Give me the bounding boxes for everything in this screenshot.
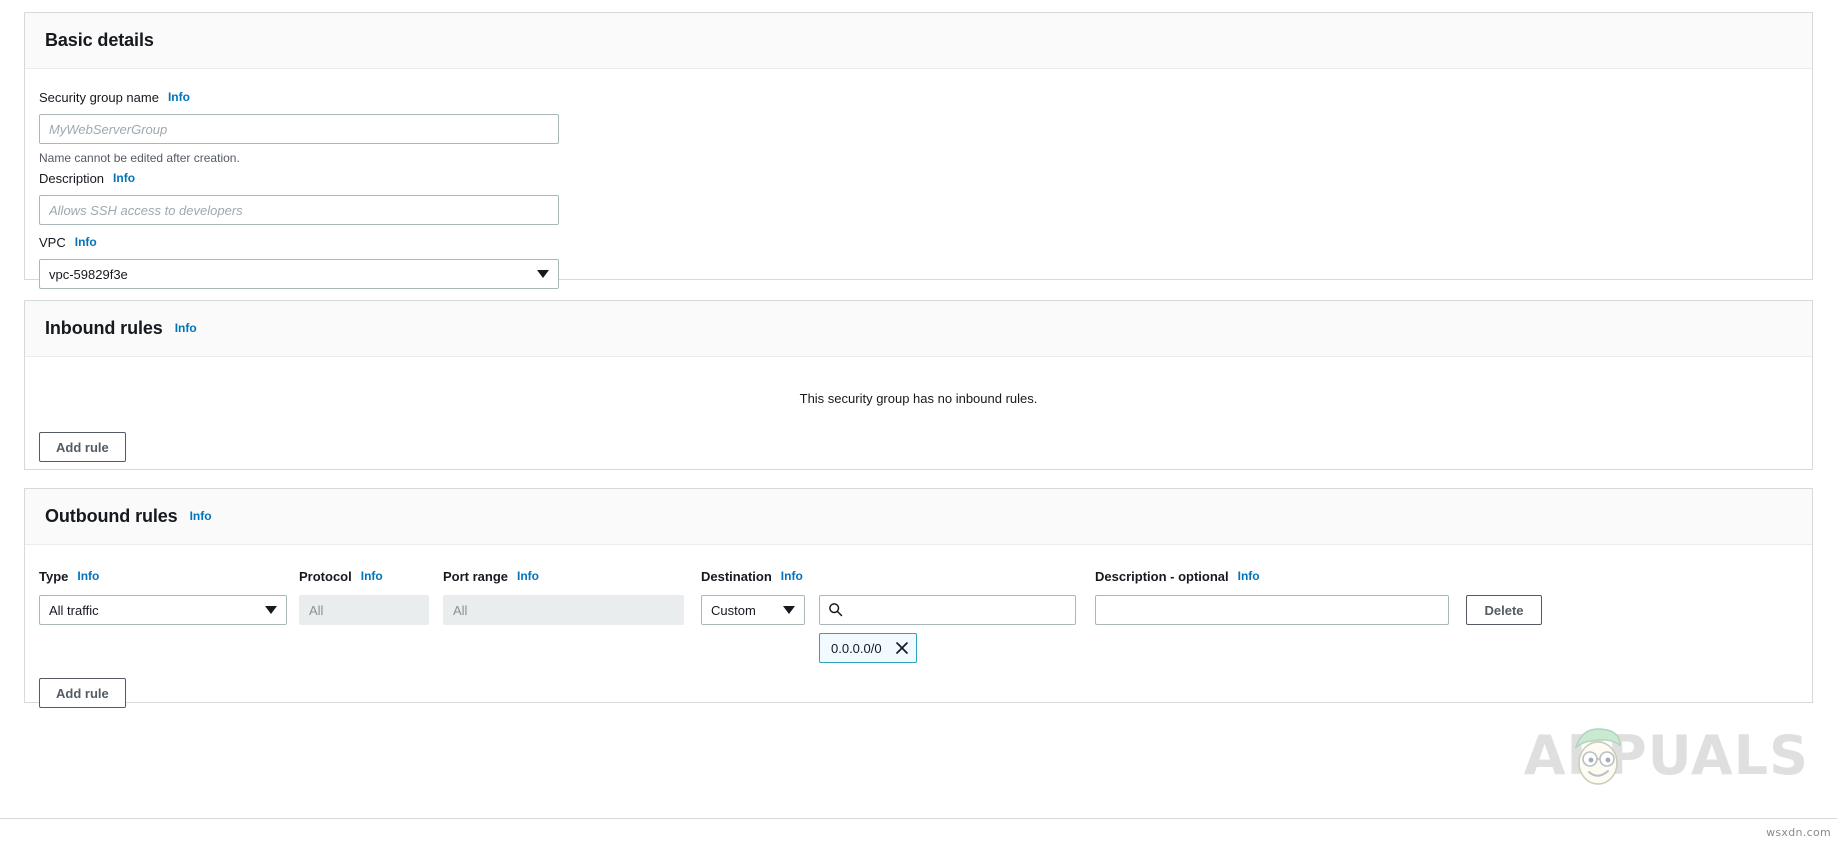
column-header-protocol-text: Protocol bbox=[299, 569, 352, 584]
column-header-description: Description - optional Info bbox=[1095, 569, 1449, 587]
column-header-type-text: Type bbox=[39, 569, 68, 584]
inbound-rules-title: Inbound rules bbox=[45, 318, 163, 339]
inbound-add-rule-button[interactable]: Add rule bbox=[39, 432, 126, 462]
description-label-text: Description bbox=[39, 171, 104, 186]
column-header-description-text: Description - optional bbox=[1095, 569, 1229, 584]
security-group-name-label-text: Security group name bbox=[39, 90, 159, 105]
vpc-select[interactable]: vpc-59829f3e bbox=[39, 259, 559, 289]
chevron-down-icon bbox=[265, 606, 277, 614]
vpc-label: VPC Info bbox=[39, 235, 559, 250]
page-title: Basic details bbox=[45, 30, 154, 51]
rule-protocol-value: All bbox=[309, 603, 323, 618]
site-credit-text: wsxdn.com bbox=[1766, 826, 1831, 839]
description-input[interactable] bbox=[39, 195, 559, 225]
port-range-info-link[interactable]: Info bbox=[517, 569, 539, 583]
outbound-rules-panel: Outbound rules Info Type Info Protocol I… bbox=[24, 488, 1813, 703]
column-header-port-range-text: Port range bbox=[443, 569, 508, 584]
security-group-name-helper-text: Name cannot be edited after creation. bbox=[39, 151, 559, 165]
chevron-down-icon bbox=[537, 270, 549, 278]
outbound-add-rule-button[interactable]: Add rule bbox=[39, 678, 126, 708]
rule-port-range-value: All bbox=[453, 603, 467, 618]
mascot-face-icon bbox=[1562, 719, 1634, 791]
security-group-name-info-link[interactable]: Info bbox=[168, 90, 190, 104]
type-info-link[interactable]: Info bbox=[77, 569, 99, 583]
column-header-type: Type Info bbox=[39, 569, 287, 587]
column-header-destination-text: Destination bbox=[701, 569, 772, 584]
basic-details-panel: Basic details Security group name Info N… bbox=[24, 12, 1813, 280]
destination-cidr-token[interactable]: 0.0.0.0/0 bbox=[819, 633, 917, 663]
rule-protocol-input: All bbox=[299, 595, 429, 625]
protocol-info-link[interactable]: Info bbox=[361, 569, 383, 583]
appuals-watermark: APPUALS bbox=[1524, 729, 1809, 783]
inbound-rules-body: This security group has no inbound rules… bbox=[25, 357, 1812, 470]
basic-details-body: Security group name Info Name cannot be … bbox=[25, 69, 1812, 280]
outbound-rules-info-link[interactable]: Info bbox=[190, 509, 212, 523]
outbound-rule-row: All traffic All All bbox=[39, 595, 1556, 663]
rule-description-input[interactable] bbox=[1095, 595, 1449, 625]
outbound-rules-title: Outbound rules bbox=[45, 506, 178, 527]
delete-rule-button[interactable]: Delete bbox=[1466, 595, 1542, 625]
page-bottom-divider bbox=[0, 818, 1837, 819]
inbound-rules-empty-message: This security group has no inbound rules… bbox=[25, 391, 1812, 406]
destination-type-value: Custom bbox=[711, 603, 756, 618]
inbound-rules-info-link[interactable]: Info bbox=[175, 321, 197, 335]
vpc-info-link[interactable]: Info bbox=[75, 235, 97, 249]
column-header-destination: Destination Info bbox=[701, 569, 1076, 587]
outbound-rules-column-headers: Type Info Protocol Info Port range Info bbox=[39, 569, 1556, 587]
security-group-name-input[interactable] bbox=[39, 114, 559, 144]
watermark-brand-text: APPUALS bbox=[1524, 729, 1809, 783]
column-header-protocol: Protocol Info bbox=[299, 569, 429, 587]
destination-cidr-token-label: 0.0.0.0/0 bbox=[831, 641, 882, 656]
description-info-link[interactable]: Info bbox=[113, 171, 135, 185]
security-group-create-page: Basic details Security group name Info N… bbox=[0, 0, 1837, 841]
outbound-rules-body: Type Info Protocol Info Port range Info bbox=[25, 545, 1812, 703]
description-optional-info-link[interactable]: Info bbox=[1238, 569, 1260, 583]
description-label: Description Info bbox=[39, 171, 559, 186]
basic-details-header: Basic details bbox=[25, 13, 1812, 69]
chevron-down-icon bbox=[783, 606, 795, 614]
column-header-port-range: Port range Info bbox=[443, 569, 684, 587]
inbound-rules-header: Inbound rules Info bbox=[25, 301, 1812, 357]
vpc-selected-value: vpc-59829f3e bbox=[49, 267, 128, 282]
close-icon[interactable] bbox=[894, 640, 910, 656]
rule-port-range-input: All bbox=[443, 595, 684, 625]
destination-info-link[interactable]: Info bbox=[781, 569, 803, 583]
inbound-rules-panel: Inbound rules Info This security group h… bbox=[24, 300, 1813, 470]
security-group-name-label: Security group name Info bbox=[39, 90, 559, 105]
destination-type-select[interactable]: Custom bbox=[701, 595, 805, 625]
rule-type-value: All traffic bbox=[49, 603, 99, 618]
destination-search-input[interactable] bbox=[819, 595, 1076, 625]
outbound-rules-header: Outbound rules Info bbox=[25, 489, 1812, 545]
rule-type-select[interactable]: All traffic bbox=[39, 595, 287, 625]
vpc-label-text: VPC bbox=[39, 235, 66, 250]
